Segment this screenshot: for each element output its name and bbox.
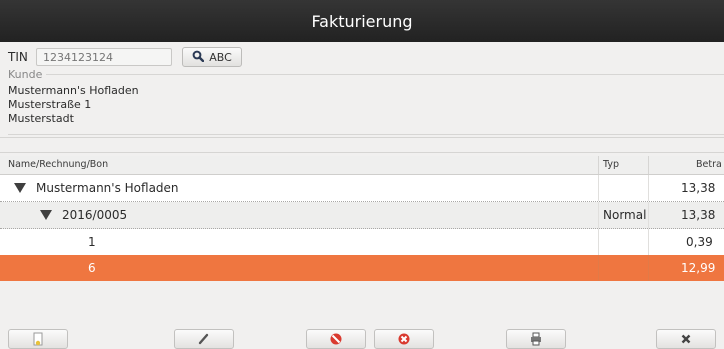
divider <box>0 152 724 153</box>
new-document-button[interactable] <box>8 329 68 349</box>
table-row[interactable]: Mustermann's Hofladen 13,38 <box>0 175 724 202</box>
column-header-typ[interactable]: Typ <box>603 156 619 174</box>
row-typ: Normal <box>603 208 647 222</box>
abc-button-label: ABC <box>209 50 232 64</box>
row-betrag: 0,39 <box>686 235 713 249</box>
pencil-icon <box>197 332 211 349</box>
cancel-button[interactable] <box>306 329 366 349</box>
customer-street: Musterstraße 1 <box>8 98 92 111</box>
delete-button[interactable] <box>374 329 434 349</box>
tin-search-row: TIN ABC <box>8 47 242 67</box>
row-betrag: 13,38 <box>681 181 716 195</box>
search-icon <box>192 50 205 65</box>
divider <box>0 137 724 138</box>
tin-label: TIN <box>8 50 28 64</box>
edit-button[interactable] <box>174 329 234 349</box>
window-titlebar: Fakturierung <box>0 0 724 42</box>
customer-name: Mustermann's Hofladen <box>8 84 139 97</box>
close-icon <box>679 332 693 349</box>
customer-group-bottom-border <box>8 134 724 135</box>
row-name: Mustermann's Hofladen <box>36 181 179 195</box>
row-name: 6 <box>88 261 96 275</box>
expand-triangle-icon[interactable] <box>14 175 26 201</box>
customer-group: Kunde Mustermann's Hofladen Musterstraße… <box>8 67 724 135</box>
row-betrag: 13,38 <box>681 208 716 222</box>
print-icon <box>529 332 543 349</box>
customer-legend: Kunde <box>8 67 43 81</box>
tin-input[interactable] <box>36 48 172 66</box>
print-button[interactable] <box>506 329 566 349</box>
close-button[interactable] <box>656 329 716 349</box>
table-row[interactable]: 2016/0005 Normal 13,38 <box>0 202 724 229</box>
expand-triangle-icon[interactable] <box>40 202 52 228</box>
cancel-icon <box>329 332 343 349</box>
row-name: 2016/0005 <box>62 208 128 222</box>
abc-search-button[interactable]: ABC <box>182 47 242 67</box>
window-title: Fakturierung <box>311 11 413 31</box>
row-name: 1 <box>88 235 96 249</box>
column-header-name[interactable]: Name/Rechnung/Bon <box>8 156 108 174</box>
customer-city: Musterstadt <box>8 112 74 125</box>
table-row[interactable]: 1 0,39 <box>0 229 724 255</box>
table-header: Name/Rechnung/Bon Typ Betra <box>0 156 724 175</box>
row-betrag: 12,99 <box>681 261 716 275</box>
table-row-selected[interactable]: 6 12,99 <box>0 255 724 281</box>
column-header-betrag[interactable]: Betra <box>696 156 722 174</box>
delete-icon <box>397 332 411 349</box>
document-new-icon <box>31 332 45 349</box>
